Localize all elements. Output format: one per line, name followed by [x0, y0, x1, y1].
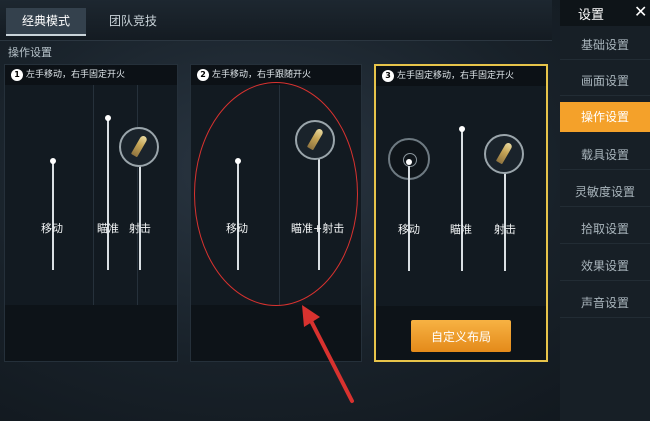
annotation-arrow [302, 305, 354, 403]
layout-option-2-title: 左手移动，右手跟随开火 [212, 70, 312, 80]
sidebar-item-graphics[interactable]: 画面设置 [560, 66, 650, 96]
settings-sidebar: 设置 ✕ 基础设置 画面设置 操作设置 载具设置 灵敏度设置 拾取设置 效果设置… [560, 0, 650, 421]
sidebar-item-sound[interactable]: 声音设置 [560, 288, 650, 318]
mode-tab-bar: 经典模式 团队竞技 [0, 0, 552, 41]
sidebar-item-sensitivity[interactable]: 灵敏度设置 [560, 177, 650, 207]
bullet-icon [495, 141, 514, 165]
tab-team-deathmatch[interactable]: 团队竞技 [96, 8, 170, 34]
label-move: 移动 [41, 222, 63, 235]
annotation-oval [194, 82, 358, 306]
label-move: 移动 [398, 223, 420, 236]
layout-option-1[interactable]: 1 左手移动，右手固定开火 移动 瞄准 射击 [4, 64, 178, 362]
sidebar-item-pickup[interactable]: 拾取设置 [560, 214, 650, 244]
custom-layout-button[interactable]: 自定义布局 [411, 320, 511, 352]
layout-option-3-title: 左手固定移动，右手固定开火 [397, 71, 515, 81]
move-slider-handle[interactable] [50, 158, 56, 164]
sidebar-item-effects[interactable]: 效果设置 [560, 251, 650, 281]
move-slider-handle[interactable] [406, 159, 412, 165]
settings-sidebar-header: 设置 ✕ [560, 0, 650, 26]
aim-slider-track [461, 128, 463, 271]
label-fire: 射击 [129, 222, 151, 235]
layout-option-1-title: 左手移动，右手固定开火 [26, 70, 126, 80]
zone-divider [137, 85, 138, 305]
fire-button[interactable] [484, 134, 524, 174]
fire-slider-track [504, 168, 506, 271]
layout-option-3-header: 3 左手固定移动，右手固定开火 [376, 66, 546, 86]
aim-slider-handle[interactable] [459, 126, 465, 132]
sidebar-item-vehicle[interactable]: 载具设置 [560, 140, 650, 170]
sidebar-item-controls[interactable]: 操作设置 [560, 102, 650, 132]
layout-option-3[interactable]: 3 左手固定移动，右手固定开火 移动 瞄准 射击 自定义布局 [374, 64, 548, 362]
section-title: 操作设置 [8, 46, 52, 59]
settings-title: 设置 [578, 8, 605, 23]
panel-lower-area [5, 305, 177, 361]
move-slider-track [408, 166, 410, 271]
tab-classic-mode[interactable]: 经典模式 [6, 8, 86, 36]
fire-button[interactable] [119, 127, 159, 167]
option-number-badge: 2 [197, 69, 209, 81]
label-aim: 瞄准 [97, 222, 119, 235]
aim-slider-track [107, 117, 109, 270]
bullet-icon [130, 134, 149, 158]
option-number-badge: 1 [11, 69, 23, 81]
option-number-badge: 3 [382, 70, 394, 82]
sidebar-item-basic[interactable]: 基础设置 [560, 30, 650, 60]
fire-slider-track [139, 165, 141, 270]
move-slider-track [52, 160, 54, 270]
aim-slider-handle[interactable] [105, 115, 111, 121]
close-icon[interactable]: ✕ [634, 2, 647, 21]
layout-option-1-header: 1 左手移动，右手固定开火 [5, 65, 177, 85]
label-aim: 瞄准 [450, 223, 472, 236]
zone-divider [93, 85, 94, 305]
label-fire: 射击 [494, 223, 516, 236]
